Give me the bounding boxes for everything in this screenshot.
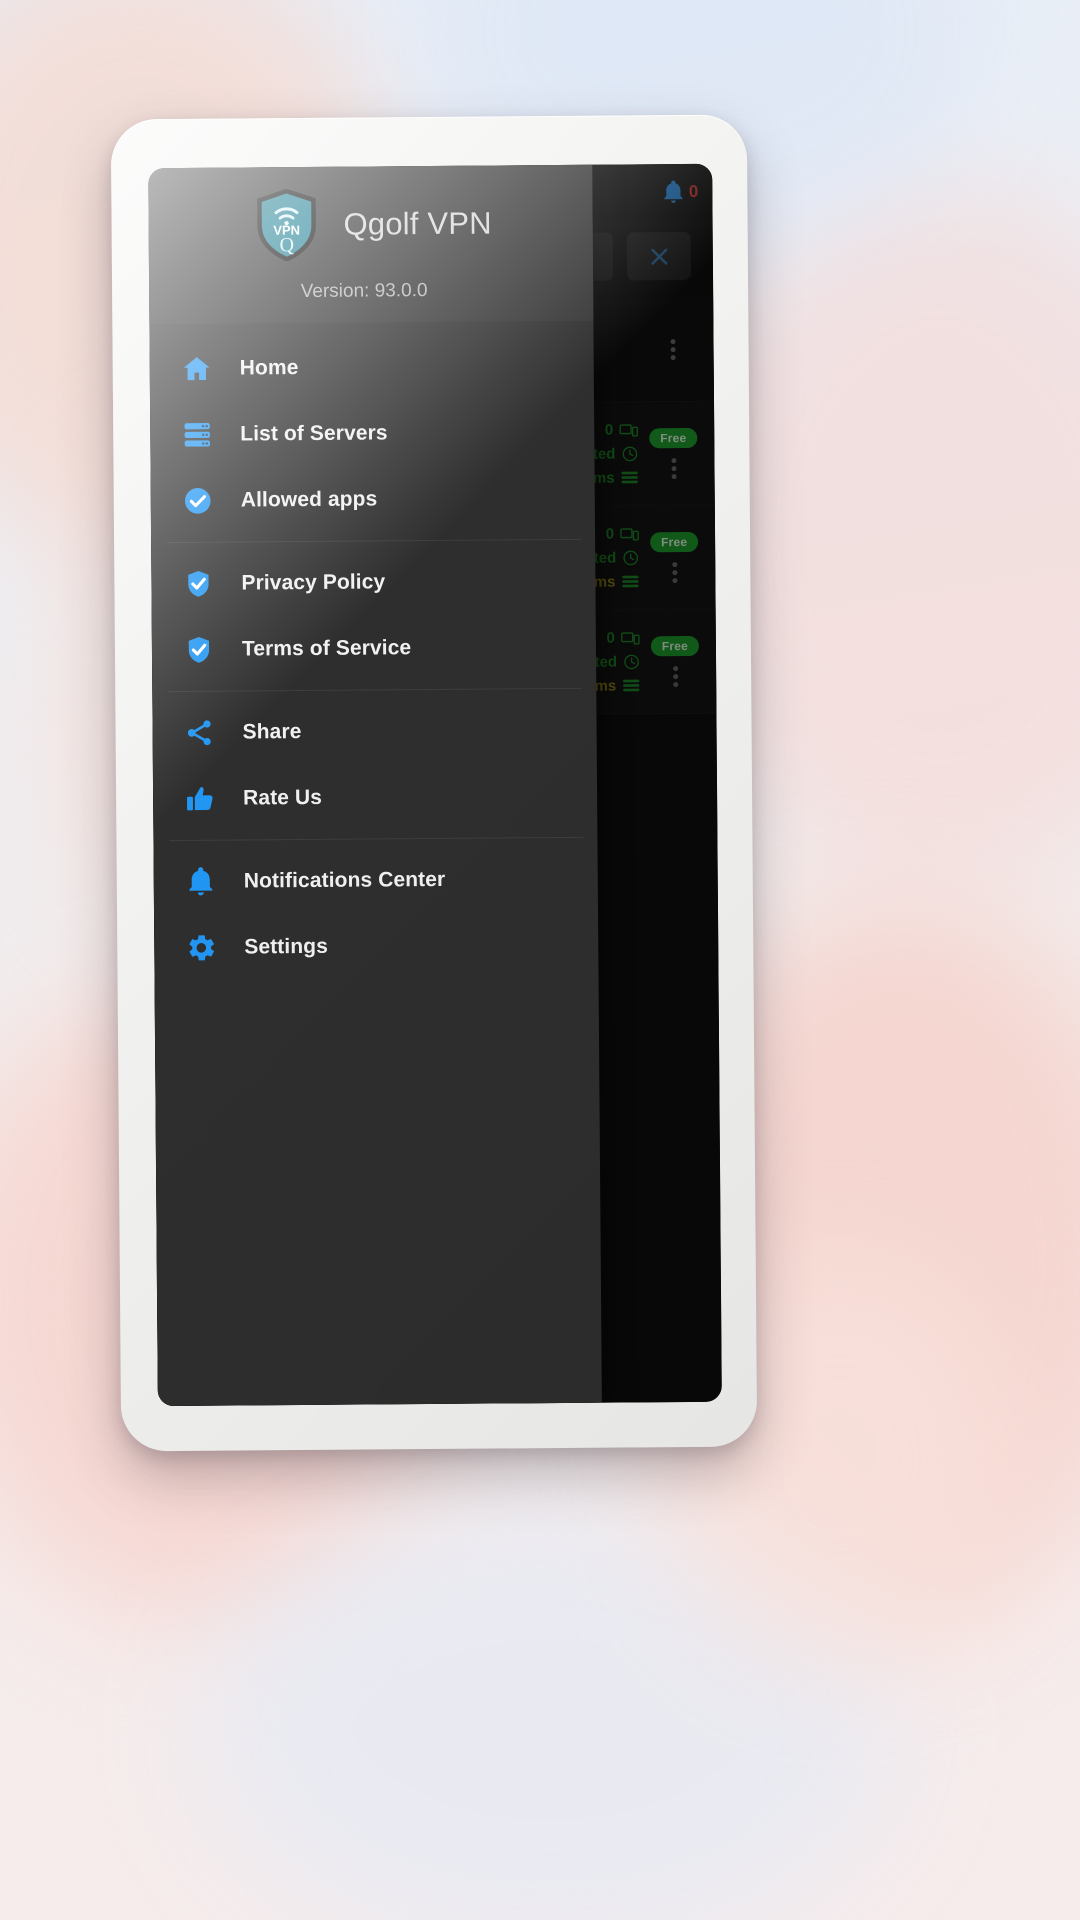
drawer-menu: Home List of Servers Allowed apps Privac… xyxy=(149,321,601,1406)
bell-icon xyxy=(184,865,218,899)
menu-group: Share Rate Us xyxy=(152,689,597,840)
notifications-button[interactable]: 0 xyxy=(660,179,699,205)
gear-icon xyxy=(184,931,218,965)
server-row-actions: Free xyxy=(643,531,705,584)
drawer-header: VPN Q Qgolf VPN Version: 93.0.0 xyxy=(148,164,594,325)
navigation-drawer: VPN Q Qgolf VPN Version: 93.0.0 Home Lis… xyxy=(148,164,602,1407)
bell-icon xyxy=(660,179,686,205)
server-row-actions xyxy=(642,339,704,361)
devices-icon xyxy=(621,631,640,645)
close-button[interactable] xyxy=(626,231,692,281)
clock-icon xyxy=(622,549,639,566)
sidebar-item-label: Share xyxy=(242,720,302,744)
server-devices: 0 xyxy=(606,525,639,543)
sidebar-item-share[interactable]: Share xyxy=(152,697,597,766)
sidebar-item-privacy-policy[interactable]: Privacy Policy xyxy=(151,548,596,617)
signal-bars-icon xyxy=(622,678,640,693)
status-badge: Free xyxy=(649,531,699,553)
kebab-menu-icon[interactable] xyxy=(672,666,678,688)
status-badge: Free xyxy=(649,427,698,449)
devices-icon xyxy=(620,527,639,541)
thumb-up-icon xyxy=(183,782,217,816)
svg-text:Q: Q xyxy=(279,234,294,256)
sidebar-item-label: Settings xyxy=(244,934,329,959)
sidebar-item-notifications-center[interactable]: Notifications Center xyxy=(154,846,599,915)
shield-vpn-icon: VPN Q xyxy=(255,188,318,262)
menu-group: Home List of Servers Allowed apps xyxy=(149,325,595,542)
kebab-menu-icon[interactable] xyxy=(670,458,677,480)
app-version-label: Version: 93.0.0 xyxy=(300,280,428,303)
kebab-menu-icon[interactable] xyxy=(671,562,677,584)
server-devices: 0 xyxy=(605,421,639,439)
check-circle-icon xyxy=(181,484,215,518)
sidebar-item-label: Terms of Service xyxy=(241,636,412,661)
sidebar-item-home[interactable]: Home xyxy=(149,333,594,402)
sidebar-item-label: Home xyxy=(239,356,299,380)
brand-row: VPN Q Qgolf VPN xyxy=(148,187,593,262)
server-row-actions: Free xyxy=(642,427,704,480)
sidebar-item-terms-of-service[interactable]: Terms of Service xyxy=(152,614,597,683)
sidebar-item-rate-us[interactable]: Rate Us xyxy=(153,763,598,832)
menu-group: Notifications Center Settings xyxy=(153,838,598,989)
phone-mockup-frame: 0 0 ms Free 0 ms Free 0 ms Free VPN Q Qg… xyxy=(110,114,758,1452)
devices-icon xyxy=(619,423,639,437)
kebab-menu-icon[interactable] xyxy=(670,339,676,361)
sidebar-item-allowed-apps[interactable]: Allowed apps xyxy=(151,465,596,534)
sidebar-item-label: Privacy Policy xyxy=(241,570,386,595)
signal-bars-icon xyxy=(621,470,639,485)
home-icon xyxy=(180,352,214,386)
sidebar-item-label: List of Servers xyxy=(240,421,388,446)
status-badge: Free xyxy=(650,635,700,657)
clock-icon xyxy=(621,445,638,462)
sidebar-item-label: Allowed apps xyxy=(240,487,378,512)
shield-check-icon xyxy=(181,567,215,601)
sidebar-item-settings[interactable]: Settings xyxy=(154,912,599,981)
server-row-actions: Free xyxy=(644,635,706,688)
app-title: Qgolf VPN xyxy=(343,205,492,242)
clock-icon xyxy=(623,653,640,670)
signal-bars-icon xyxy=(621,574,639,589)
screenshot-stage: 0 0 ms Free 0 ms Free 0 ms Free VPN Q Qg… xyxy=(0,0,1080,1920)
share-icon xyxy=(182,716,216,750)
close-icon xyxy=(645,243,672,270)
notification-count-badge: 0 xyxy=(688,181,699,201)
servers-icon xyxy=(180,418,214,452)
phone-screen: 0 0 ms Free 0 ms Free 0 ms Free VPN Q Qg… xyxy=(148,163,722,1407)
sidebar-item-label: Rate Us xyxy=(243,785,323,810)
shield-check-icon xyxy=(182,633,216,667)
sidebar-item-list-servers[interactable]: List of Servers xyxy=(150,399,595,468)
sidebar-item-label: Notifications Center xyxy=(243,867,446,893)
menu-group: Privacy Policy Terms of Service xyxy=(151,540,596,691)
server-devices: 0 xyxy=(606,629,640,647)
